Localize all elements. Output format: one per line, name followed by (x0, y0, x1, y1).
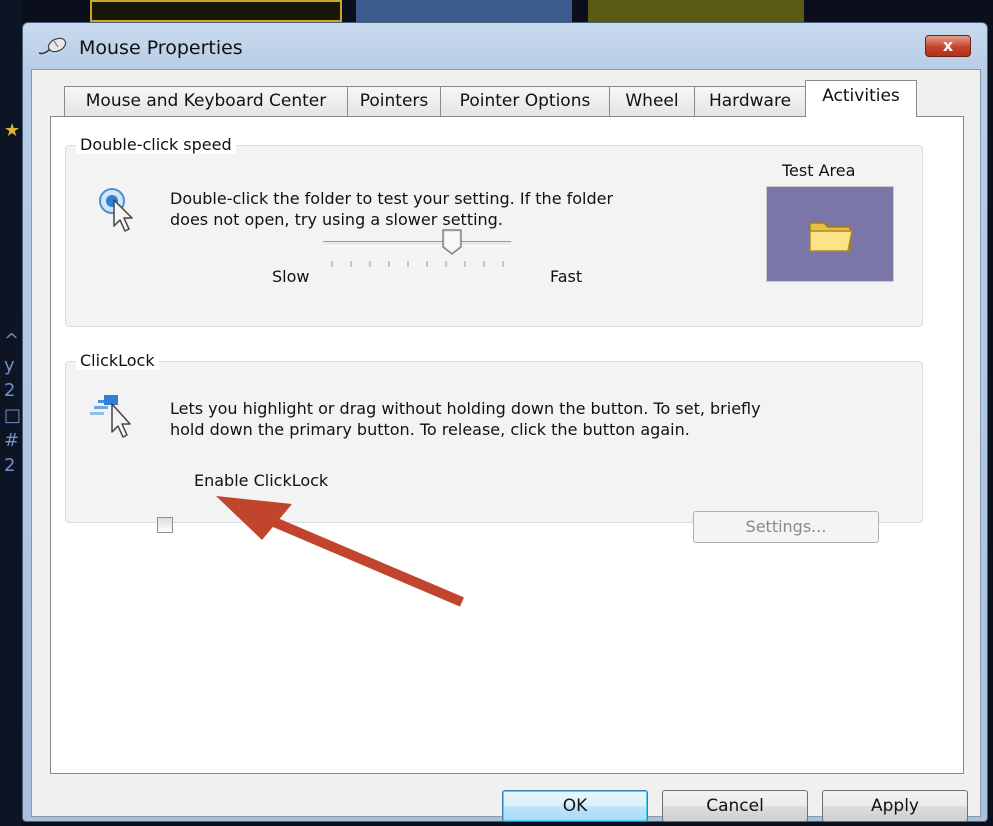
double-click-speed-slider-thumb[interactable] (442, 229, 462, 255)
tab-pointer-options[interactable]: Pointer Options (440, 86, 610, 116)
clicklock-pointer-icon (90, 395, 131, 438)
clicklock-label: ClickLock (76, 351, 159, 370)
tab-pointers[interactable]: Pointers (347, 86, 441, 116)
tab-wheel[interactable]: Wheel (609, 86, 695, 116)
double-click-description-line1: Double-click the folder to test your set… (170, 189, 614, 208)
close-icon: x (942, 36, 954, 55)
apply-button[interactable]: Apply (822, 790, 968, 822)
enable-clicklock-label[interactable]: Enable ClickLock (194, 470, 328, 491)
test-area-label: Test Area (782, 161, 856, 180)
double-click-speed-label: Double-click speed (76, 135, 236, 154)
double-click-pointer-icon (99, 188, 133, 232)
window-title: Mouse Properties (79, 37, 243, 59)
desktop-left-edge: ★ ^ y 2 □ # 2 (0, 0, 22, 826)
mouse-icon (38, 37, 67, 55)
title-bar[interactable]: Mouse Properties x (23, 23, 987, 71)
close-button[interactable]: x (925, 35, 971, 57)
folder-icon[interactable] (807, 215, 855, 255)
clicklock-description-line2: hold down the primary button. To release… (170, 420, 690, 439)
double-click-description-line2: does not open, try using a slower settin… (170, 210, 503, 229)
desktop-bg-strip-3 (588, 0, 804, 22)
clicklock-group: ClickLock Lets you highlight or drag wit… (65, 351, 923, 523)
mouse-properties-window: Mouse Properties x Mouse and Keyboard Ce… (22, 22, 988, 822)
slider-ticks (331, 261, 504, 267)
test-area-box[interactable] (766, 186, 894, 282)
clicklock-description-line1: Lets you highlight or drag without holdi… (170, 399, 761, 418)
tab-mouse-and-keyboard-center[interactable]: Mouse and Keyboard Center (64, 86, 348, 116)
tab-activities[interactable]: Activities (805, 80, 917, 117)
desktop-bg-strip-2 (356, 0, 572, 22)
clicklock-settings-button: Settings... (693, 511, 879, 543)
activities-panel: Double-click speed Double-click the fold… (50, 116, 964, 774)
ok-button[interactable]: OK (502, 790, 648, 822)
double-click-speed-group: Double-click speed Double-click the fold… (65, 135, 923, 327)
cancel-button[interactable]: Cancel (662, 790, 808, 822)
enable-clicklock-checkbox[interactable] (157, 517, 173, 533)
desktop-bg-strip-1 (90, 0, 342, 22)
slider-fast-label: Fast (550, 267, 583, 286)
slider-slow-label: Slow (272, 267, 310, 286)
double-click-speed-slider-track[interactable] (323, 241, 511, 246)
tab-hardware[interactable]: Hardware (694, 86, 806, 116)
dialog-client-area: Mouse and Keyboard Center Pointers Point… (31, 69, 981, 822)
